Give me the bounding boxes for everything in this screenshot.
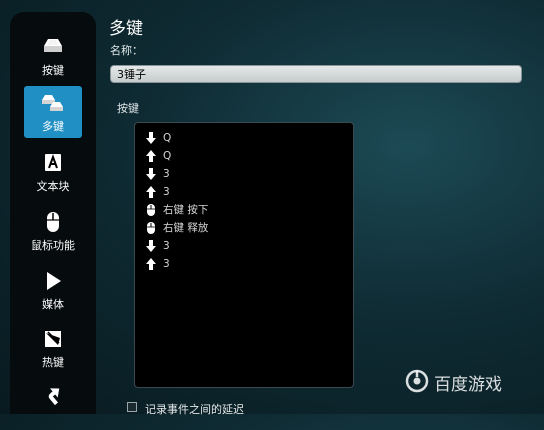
sidebar-item-text-block[interactable]: 文本块 (24, 146, 82, 198)
key-event-text: 右键 释放 (163, 222, 209, 234)
key-event-text: Q (163, 150, 172, 162)
sidebar-item-label: 鼠标功能 (31, 239, 75, 252)
keycap-icon (44, 39, 62, 52)
sidebar-item-hotkey[interactable]: 热键 (24, 322, 82, 374)
arrow-down-icon (146, 132, 156, 144)
sidebar-item-label: 热键 (42, 356, 64, 369)
arrow-up-icon (146, 186, 156, 198)
sidebar-item-mouse-function[interactable]: 鼠标功能 (24, 205, 82, 257)
arrow-up-icon (146, 258, 156, 270)
sidebar-item-media[interactable]: 媒体 (24, 264, 82, 316)
mouse-icon (147, 204, 155, 216)
key-event-text: 右键 按下 (163, 204, 209, 216)
key-event-text: Q (163, 132, 172, 144)
watermark: 百度游戏 (404, 368, 534, 395)
sidebar: 按键 多键 文本块 鼠标功能 媒体 热键 (10, 12, 96, 414)
keys-label: 按键 (117, 102, 139, 115)
record-delay-checkbox[interactable] (127, 402, 137, 412)
hotkey-icon (45, 331, 61, 347)
record-delay-label: 记录事件之间的延迟 (145, 403, 244, 416)
name-label: 名称： (110, 44, 143, 57)
macro-name-field[interactable] (110, 65, 522, 83)
baidu-games-logo-icon (405, 369, 429, 393)
mouse-icon (147, 222, 155, 234)
page-title: 多键 (109, 19, 143, 39)
sidebar-item-multikey[interactable]: 多键 (24, 86, 82, 138)
mouse-icon (47, 212, 59, 232)
sidebar-item-key[interactable]: 按键 (24, 30, 82, 82)
sidebar-item-label: 按键 (42, 64, 64, 77)
key-event-text: 3 (163, 240, 170, 252)
arrow-down-icon (146, 240, 156, 252)
multikey-icon (42, 95, 63, 111)
key-event-text: 3 (163, 258, 170, 270)
sidebar-item-shortcut[interactable] (24, 378, 82, 430)
arrow-up-icon (146, 150, 156, 162)
play-icon (47, 272, 61, 290)
watermark-text: 百度游戏 (434, 375, 502, 395)
sidebar-item-label: 文本块 (36, 180, 70, 193)
shortcut-arrow-icon (48, 388, 60, 406)
key-event-text: 3 (163, 186, 170, 198)
key-event-list[interactable]: Q Q 3 3 右键 按下 右键 释放 3 3 (134, 122, 354, 388)
sidebar-item-label: 多键 (42, 120, 64, 133)
sidebar-item-label: 媒体 (42, 298, 64, 311)
arrow-down-icon (146, 168, 156, 180)
key-event-text: 3 (163, 168, 170, 180)
text-block-icon (45, 154, 61, 171)
